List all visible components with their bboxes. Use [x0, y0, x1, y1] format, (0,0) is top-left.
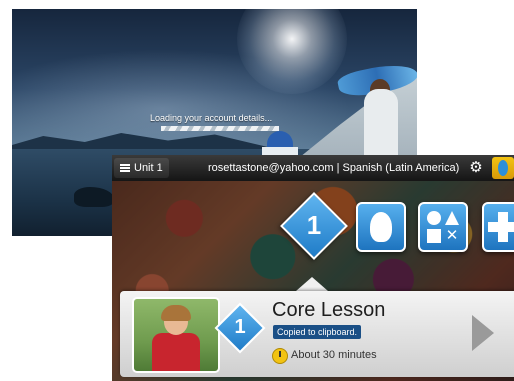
- lesson-number: 1: [306, 210, 322, 240]
- vocabulary-tile[interactable]: ✕: [418, 202, 468, 252]
- lesson-thumbnail: [132, 297, 220, 373]
- lesson-duration: About 30 minutes: [291, 349, 377, 361]
- account-info: rosettastone@yahoo.com | Spanish (Latin …: [208, 162, 460, 174]
- pronunciation-tile[interactable]: [356, 202, 406, 252]
- app-window: Unit 1 rosettastone@yahoo.com | Spanish …: [112, 155, 514, 381]
- gear-icon[interactable]: ⚙: [464, 158, 488, 178]
- rosetta-stone-logo[interactable]: [492, 157, 514, 179]
- core-lesson-card[interactable]: 1 Core Lesson Copied to clipboard. About…: [120, 291, 514, 377]
- lesson-card-number: 1: [234, 316, 246, 338]
- loading-progress-bar: [161, 126, 279, 131]
- add-tile[interactable]: [482, 202, 514, 252]
- unit-menu-button[interactable]: Unit 1: [114, 158, 169, 178]
- lesson-title: Core Lesson: [272, 299, 386, 321]
- unit-label: Unit 1: [134, 162, 163, 174]
- clipboard-tooltip: Copied to clipboard.: [273, 325, 362, 339]
- pronunciation-icon: [370, 212, 392, 242]
- card-pointer: [296, 277, 328, 291]
- menu-icon: [120, 164, 130, 172]
- loading-message: Loading your account details...: [150, 113, 273, 123]
- next-arrow-icon[interactable]: [472, 315, 494, 351]
- clock-icon: [272, 348, 288, 364]
- top-bar: Unit 1 rosettastone@yahoo.com | Spanish …: [112, 155, 514, 181]
- vocabulary-icon: ✕: [426, 210, 460, 244]
